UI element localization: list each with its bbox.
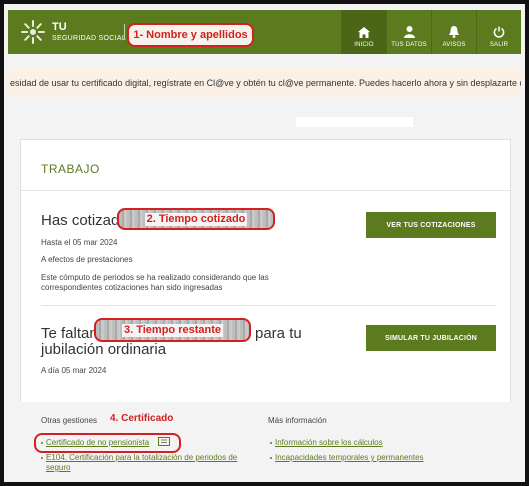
faltan-line2: jubilación ordinaria xyxy=(41,341,167,358)
screenshot-frame: TU SEGURIDAD SOCIAL INICIO TUS DATOS AVI… xyxy=(0,0,529,486)
simular-jubilacion-button[interactable]: SIMULAR TU JUBILACIÓN xyxy=(366,325,496,351)
sun-logo-icon xyxy=(21,20,45,44)
informacion-calculos-link[interactable]: Información sobre los cálculos xyxy=(275,438,383,448)
otras-gestiones-heading: Otras gestiones xyxy=(41,416,98,425)
annotation-nombre: 1- Nombre y apellidos xyxy=(127,23,254,47)
nav-label-inicio: INICIO xyxy=(354,42,374,48)
cotizado-label: Has cotizado xyxy=(41,212,128,229)
cotizado-note: A efectos de prestaciones xyxy=(41,255,133,264)
annotation-tiempo-cotizado-label: 2. Tiempo cotizado xyxy=(144,212,248,226)
card-title: TRABAJO xyxy=(41,162,100,176)
cotizado-date: Hasta el 05 mar 2024 xyxy=(41,238,118,247)
cotizado-description: Este cómputo de periodos se ha realizado… xyxy=(41,273,269,292)
annotation-tiempo-restante-label: 3. Tiempo restante xyxy=(122,323,223,337)
faltan-suffix: para tu xyxy=(255,325,302,342)
faltan-prefix: Te faltan xyxy=(41,325,98,342)
bullet xyxy=(270,442,272,444)
home-icon xyxy=(358,27,370,38)
ver-cotizaciones-button[interactable]: VER TUS COTIZACIONES xyxy=(366,212,496,238)
bell-icon xyxy=(449,26,459,38)
tab-strip xyxy=(296,117,413,127)
logo-divider xyxy=(124,24,125,40)
nav-label-avisos: AVISOS xyxy=(442,42,466,48)
mas-informacion-heading: Más información xyxy=(268,416,327,425)
user-icon xyxy=(403,26,415,38)
faltan-date: A día 05 mar 2024 xyxy=(41,366,107,375)
logo-text-tu: TU xyxy=(52,21,67,33)
nav-tus-datos[interactable]: TUS DATOS xyxy=(386,10,431,54)
annotation-tiempo-restante: 3. Tiempo restante xyxy=(94,318,251,342)
annotation-tiempo-cotizado: 2. Tiempo cotizado xyxy=(117,208,275,230)
power-icon xyxy=(493,26,505,38)
annotation-certificado-label: 4. Certificado xyxy=(110,413,174,424)
incapacidades-link[interactable]: Incapacidades temporales y permanentes xyxy=(275,453,424,463)
top-header: TU SEGURIDAD SOCIAL INICIO TUS DATOS AVI… xyxy=(8,10,521,54)
banner-text[interactable]: esidad de usar tu certificado digital, r… xyxy=(10,78,521,88)
nav-label-salir: SALIR xyxy=(489,42,509,48)
nav-salir[interactable]: SALIR xyxy=(476,10,521,54)
annotation-certificado-box xyxy=(34,433,181,453)
nav-avisos[interactable]: AVISOS xyxy=(431,10,476,54)
section-divider xyxy=(41,305,496,306)
logo-text-seguridad-social: SEGURIDAD SOCIAL xyxy=(52,35,127,42)
bullet xyxy=(41,457,43,459)
clave-banner: esidad de usar tu certificado digital, r… xyxy=(8,68,521,98)
nav-label-tus-datos: TUS DATOS xyxy=(391,42,427,48)
nav-inicio[interactable]: INICIO xyxy=(341,10,386,54)
title-divider xyxy=(21,190,510,191)
main-nav: INICIO TUS DATOS AVISOS SALIR xyxy=(341,10,521,54)
bullet xyxy=(270,457,272,459)
e104-certificacion-link[interactable]: E104. Certificación para la totalización… xyxy=(46,453,256,473)
